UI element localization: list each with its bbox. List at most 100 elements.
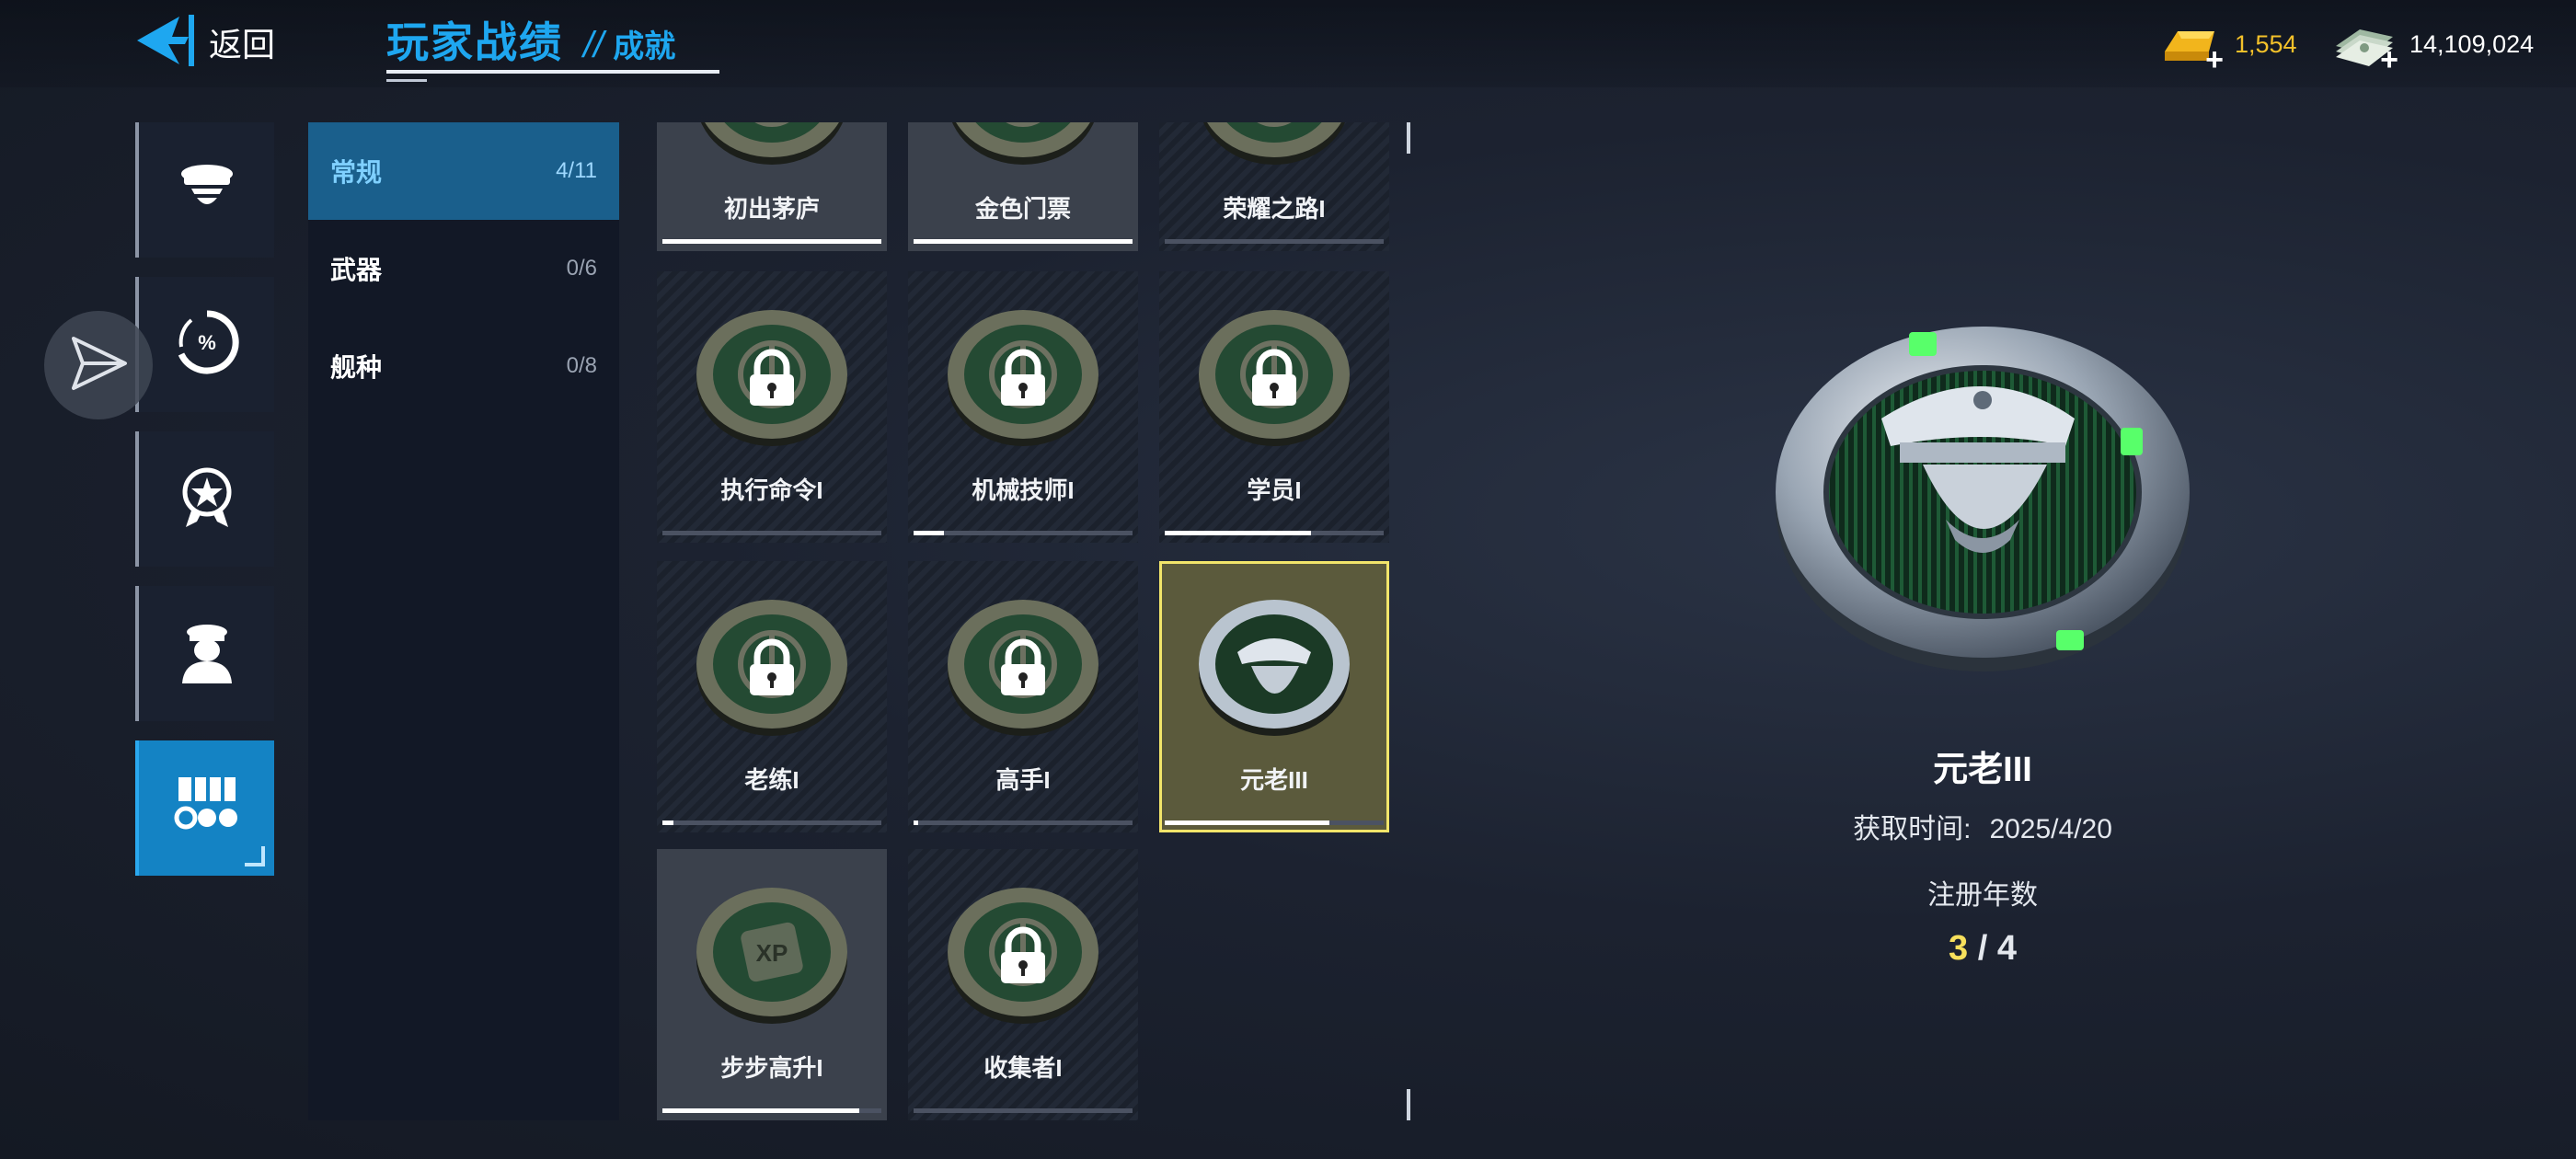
svg-text:XP: XP [756, 939, 788, 967]
nav-officer-profile[interactable] [135, 122, 274, 258]
title-separator: // [583, 25, 604, 65]
achievement-progress-fill [662, 820, 673, 825]
achievement-tile[interactable]: 收集者I [908, 849, 1138, 1120]
achievement-tile[interactable]: 高手I [908, 561, 1138, 832]
detail-medal [1771, 299, 2194, 685]
achievement-tile[interactable]: 学员I [1159, 271, 1389, 543]
progress-separator: / [1968, 929, 1997, 968]
lock-icon [744, 349, 799, 407]
achievement-progress-track [662, 1108, 881, 1113]
active-corner-marker [245, 846, 265, 866]
achievement-progress-fill [662, 239, 881, 244]
lock-icon [995, 926, 1051, 985]
category-label: 武器 [330, 256, 383, 284]
achievement-progress-track [1165, 239, 1384, 244]
gold-value: 1,554 [2235, 29, 2297, 58]
medals-ribbon-icon [173, 772, 241, 844]
category-ship-types[interactable]: 舰种 0/8 [308, 317, 619, 415]
detail-title: 元老III [1933, 751, 2032, 789]
achievement-label: 收集者I [983, 1054, 1063, 1082]
achievement-label: 学员I [1247, 476, 1302, 504]
achievement-progress-track [1165, 820, 1384, 825]
anchor-medal-icon [694, 122, 850, 168]
achievement-progress-fill [1165, 531, 1312, 535]
top-bar: 返回 玩家战绩 // 成就 + 1,554 + 14,109,024 [0, 0, 2576, 87]
achievement-progress-track [914, 239, 1133, 244]
title-underline [386, 70, 719, 74]
achievement-progress-track [662, 531, 881, 535]
achievement-tile[interactable]: 金色门票 [908, 122, 1138, 251]
back-label: 返回 [209, 26, 276, 63]
captain-bust-icon [173, 617, 241, 690]
achievement-progress-track [662, 820, 881, 825]
achievement-progress-track [914, 820, 1133, 825]
achievement-label: 荣耀之路I [1223, 195, 1326, 223]
achievement-progress-track [914, 531, 1133, 535]
nav-achievements[interactable] [135, 740, 274, 876]
nav-captain[interactable] [135, 586, 274, 721]
scrollbar-bottom-tick [1407, 1089, 1410, 1120]
achievement-tile[interactable]: 机械技师I [908, 271, 1138, 543]
gold-add-icon[interactable]: + [2205, 44, 2224, 75]
gold-bar-icon: + [2157, 18, 2224, 75]
cash-add-icon[interactable]: + [2380, 44, 2398, 75]
scrollbar-top-tick [1407, 122, 1410, 154]
cash-value: 14,109,024 [2409, 29, 2535, 58]
grid-scrollbar[interactable] [1407, 122, 1410, 1120]
achievement-label: 高手I [995, 766, 1051, 794]
achievement-label: 步步高升I [720, 1054, 823, 1082]
achievement-tile-selected[interactable]: 元老III [1159, 561, 1389, 832]
veteran-captain-medal-icon [1771, 327, 2194, 689]
paper-plane-icon [66, 331, 131, 400]
achievement-progress-fill [1165, 820, 1329, 825]
ticket-medal-icon [945, 122, 1101, 168]
category-count: 4/11 [556, 158, 597, 183]
page-subtitle: 成就 [613, 29, 676, 64]
officer-cap-icon [173, 154, 241, 226]
lock-icon [995, 349, 1051, 407]
percentage-gauge-icon: % [173, 308, 241, 381]
category-panel: 常规 4/11 武器 0/6 舰种 0/8 [308, 122, 619, 1120]
detail-acquired: 获取时间: 2025/4/20 [1803, 806, 2162, 846]
progress-total: 4 [1996, 929, 2017, 968]
svg-text:%: % [198, 331, 216, 354]
category-count: 0/6 [566, 256, 597, 281]
achievement-label: 执行命令I [720, 476, 823, 504]
veteran-captain-medal-icon [1196, 592, 1352, 740]
category-count: 0/8 [566, 353, 597, 378]
category-label: 舰种 [330, 353, 383, 382]
achievement-tile[interactable]: XP 步步高升I [657, 849, 887, 1120]
xp-medal-icon: XP [694, 880, 850, 1027]
achievement-tile[interactable]: 执行命令I [657, 271, 887, 543]
floating-send-button[interactable] [44, 311, 153, 419]
achievement-progress-track [662, 239, 881, 244]
category-weapons[interactable]: 武器 0/6 [308, 220, 619, 317]
lock-icon [995, 638, 1051, 697]
cash-currency[interactable]: + 14,109,024 [2332, 18, 2535, 75]
achievement-label: 初出茅庐 [723, 195, 820, 223]
back-arrow-icon [133, 11, 200, 75]
category-label: 常规 [330, 158, 383, 187]
page-title: 玩家战绩 // 成就 [386, 9, 719, 82]
achievement-progress-track [1165, 531, 1384, 535]
lock-icon [744, 638, 799, 697]
nav-statistics[interactable]: % [135, 277, 274, 412]
achievement-tile[interactable]: 老练I [657, 561, 887, 832]
cash-stack-icon: + [2332, 18, 2398, 75]
acquired-date: 2025/4/20 [1989, 814, 2112, 844]
achievement-progress-fill [914, 239, 1133, 244]
nav-honors[interactable] [135, 431, 274, 567]
achievement-progress-track [914, 1108, 1133, 1113]
achievement-progress-fill [914, 820, 918, 825]
achievement-label: 老练I [744, 766, 799, 794]
acquired-label: 获取时间: [1853, 814, 1972, 844]
category-general[interactable]: 常规 4/11 [308, 122, 619, 220]
progress-current: 3 [1949, 929, 1969, 968]
gold-currency[interactable]: + 1,554 [2157, 18, 2297, 75]
achievement-progress-fill [914, 531, 945, 535]
achievement-tile[interactable]: 初出茅庐 [657, 122, 887, 251]
achievement-label: 机械技师I [972, 476, 1075, 504]
back-button[interactable]: 返回 [133, 13, 275, 72]
title-underline-accent [386, 79, 427, 82]
achievement-tile[interactable]: 荣耀之路I [1159, 122, 1389, 251]
